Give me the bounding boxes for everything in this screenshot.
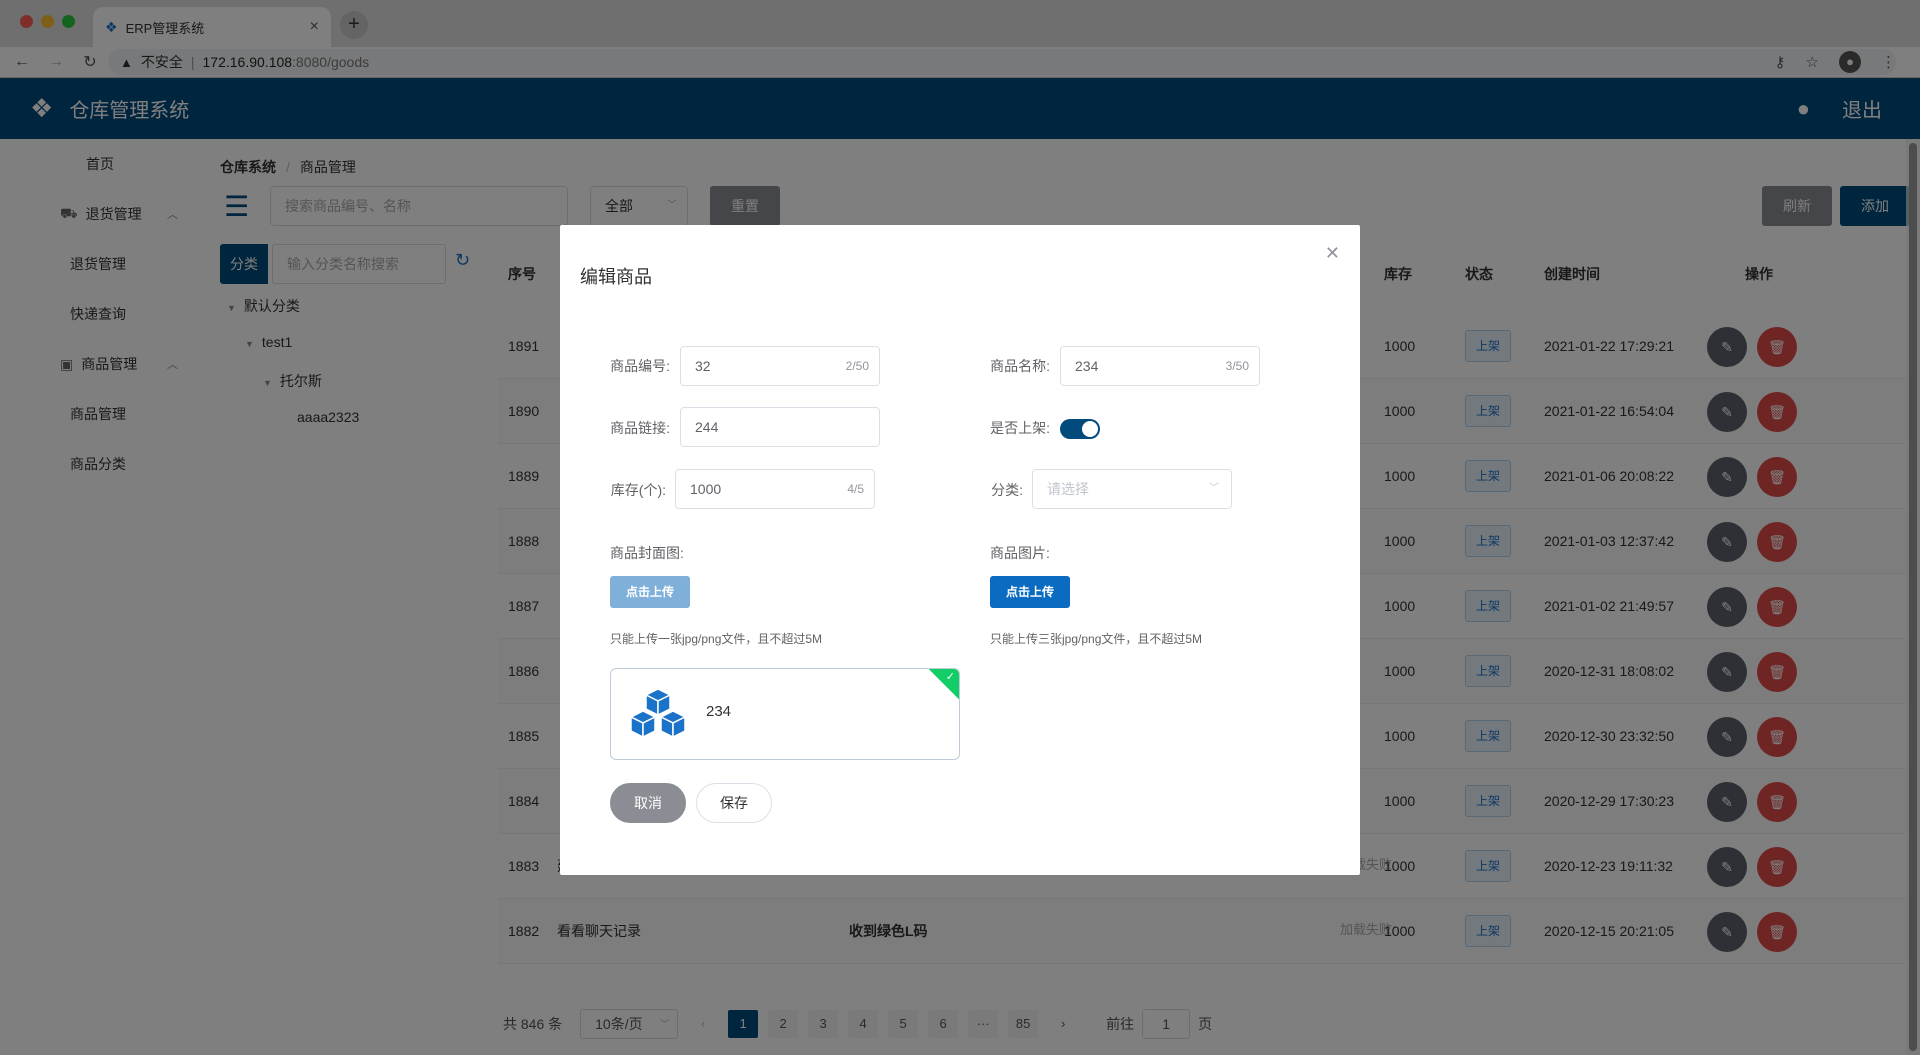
switch-knob <box>1082 421 1098 437</box>
link-value: 244 <box>695 419 719 435</box>
link-input[interactable]: 244 <box>680 407 880 447</box>
name-counter: 3/50 <box>1225 359 1249 373</box>
edit-goods-dialog: 编辑商品 ✕ 商品编号: 32 2/50 商品名称: 234 3/50 商品链接… <box>560 225 1360 875</box>
stock-value: 1000 <box>690 481 722 497</box>
category-label: 分类: <box>991 482 1023 498</box>
save-button[interactable]: 保存 <box>696 783 772 823</box>
name-input[interactable]: 234 3/50 <box>1060 346 1260 386</box>
cover-upload-button[interactable]: 点击上传 <box>610 576 690 608</box>
cover-file-card[interactable]: 234 ✓ <box>610 668 960 760</box>
name-label: 商品名称: <box>990 358 1050 374</box>
success-corner <box>927 669 959 701</box>
check-icon: ✓ <box>945 671 955 683</box>
onsale-switch[interactable] <box>1060 419 1100 439</box>
images-upload-button[interactable]: 点击上传 <box>990 576 1070 608</box>
images-tip: 只能上传三张jpg/png文件，且不超过5M <box>990 632 1203 646</box>
stock-counter: 4/5 <box>847 482 864 496</box>
code-label: 商品编号: <box>610 358 670 374</box>
cover-tip: 只能上传一张jpg/png文件，且不超过5M <box>610 632 823 646</box>
onsale-label: 是否上架: <box>990 420 1050 436</box>
code-value: 32 <box>695 358 711 374</box>
cubes-icon <box>629 688 687 739</box>
cancel-button[interactable]: 取消 <box>610 783 686 823</box>
category-placeholder: 请选择 <box>1047 481 1089 497</box>
stock-input[interactable]: 1000 4/5 <box>675 469 875 509</box>
name-value: 234 <box>1075 358 1099 374</box>
code-counter: 2/50 <box>845 359 869 373</box>
cover-label: 商品封面图: <box>610 545 684 561</box>
code-input[interactable]: 32 2/50 <box>680 346 880 386</box>
close-icon[interactable]: ✕ <box>1325 243 1340 264</box>
images-label: 商品图片: <box>990 545 1050 561</box>
dialog-title: 编辑商品 <box>580 267 652 287</box>
category-select[interactable]: 请选择 ﹀ <box>1032 469 1232 509</box>
chevron-down-icon: ﹀ <box>1209 483 1219 494</box>
cover-file-name: 234 <box>706 703 732 720</box>
stock-label: 库存(个): <box>610 482 666 498</box>
link-label: 商品链接: <box>610 420 670 436</box>
